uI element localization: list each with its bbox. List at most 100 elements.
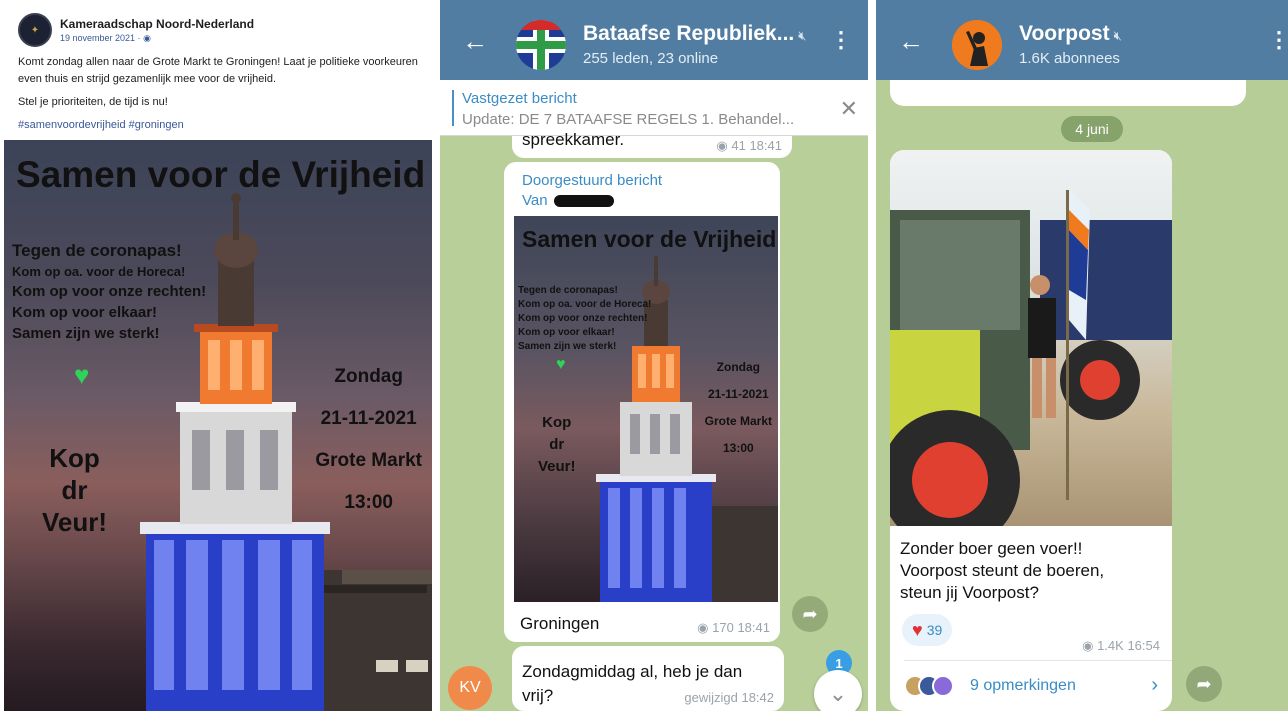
subscriber-count: 1.6K abonnees [1019, 50, 1120, 67]
poster-slogan-word: Veur! [42, 507, 108, 537]
user-avatar[interactable]: KV [448, 666, 492, 710]
event-poster-image[interactable]: Samen voor de Vrijheid Tegen de coronapa… [4, 140, 432, 711]
page-avatar[interactable]: ✦ [18, 13, 52, 47]
post-paragraph: Komt zondag allen naar de Grote Markt te… [18, 56, 418, 85]
channel-avatar[interactable] [952, 20, 1002, 70]
telegram-group-chat: ← Bataafse Republiek... 🔇︎ 255 leden, 23 … [440, 0, 868, 711]
forwarded-message[interactable]: Doorgestuurd bericht Van Samen voor de V… [504, 162, 780, 642]
green-heart-icon: ♥ [556, 356, 566, 373]
poster-date: 21-11-2021 [707, 387, 769, 401]
post-caption: Zonder boer geen voer!! Voorpost steunt … [900, 538, 1104, 604]
comments-link[interactable]: 9 opmerkingen › [904, 660, 1172, 710]
poster-time: 13:00 [344, 492, 393, 513]
heart-icon: ♥ [912, 619, 923, 640]
pinned-title: Vastgezet bericht [462, 90, 577, 107]
commenter-avatar [932, 674, 954, 697]
channel-post[interactable]: Zonder boer geen voer!! Voorpost steunt … [890, 150, 1172, 711]
poster-slogan-word: Kop [49, 443, 100, 473]
poster-slogan-word: Kop [542, 414, 572, 431]
group-avatar[interactable] [516, 20, 566, 70]
facebook-post: ✦ Kameraadschap Noord-Nederland 19 novem… [0, 0, 432, 711]
back-arrow-icon[interactable]: ← [462, 28, 488, 54]
message-time: 18:41 [737, 620, 770, 635]
poster-time: 13:00 [722, 441, 754, 455]
poster-line: Kom op voor elkaar! [518, 327, 615, 338]
caption-line: Voorpost steunt de boeren, [900, 561, 1105, 580]
more-options-icon[interactable]: ⋮ [1268, 29, 1288, 51]
poster-line: Kom op oa. voor de Horeca! [518, 299, 652, 310]
poster-kop-dr-veur: Kop dr Veur! [538, 412, 576, 478]
poster-line: Kom op oa. voor de Horeca! [12, 264, 186, 279]
tractor-photo [890, 190, 1172, 526]
post-header: ✦ Kameraadschap Noord-Nederland 19 novem… [18, 12, 254, 48]
voorpost-logo-icon [952, 20, 1002, 70]
hashtags[interactable]: #samenvoordevrijheid #groningen [18, 117, 418, 134]
more-options-icon[interactable]: ⋮ [830, 29, 852, 51]
poster-place: Grote Markt [315, 450, 422, 471]
previous-post-footer[interactable] [890, 80, 1246, 106]
muted-icon: 🔇︎ [1113, 28, 1122, 43]
poster-slogan-word: dr [549, 436, 565, 453]
poster-event-info: Zondag 21-11-2021 Grote Markt 13:00 [705, 354, 772, 462]
poster-title: Samen voor de Vrijheid [16, 154, 426, 195]
channel-title-text: Voorpost [1019, 22, 1110, 45]
poster-line: Tegen de coronapas! [12, 241, 182, 260]
post-paragraph: Stel je prioriteiten, de tijd is nu! [18, 96, 168, 108]
forwarded-from-label: Van [522, 192, 548, 209]
pinned-preview: Update: DE 7 BATAAFSE REGELS 1. Behandel… [462, 111, 795, 128]
caption-line: steun jij Voorpost? [900, 583, 1039, 602]
poster-line: Tegen de coronapas! [518, 285, 618, 296]
page-name[interactable]: Kameraadschap Noord-Nederland [60, 17, 254, 31]
post-meta: ◉ 1.4K 16:54 [1082, 638, 1160, 654]
groningen-flag-icon [516, 20, 566, 70]
view-count: 41 [731, 138, 746, 153]
poster-line: Samen zijn we sterk! [518, 341, 617, 352]
poster-line: Kom op voor elkaar! [12, 304, 158, 321]
back-arrow-icon[interactable]: ← [898, 28, 924, 54]
post-date-text: 19 november 2021 · [60, 32, 144, 43]
forwarded-poster-image[interactable]: Samen voor de Vrijheid Tegen de coronapa… [514, 216, 778, 602]
poster-event-info: Zondag 21-11-2021 Grote Markt 13:00 [315, 356, 422, 524]
globe-icon: ◉ [143, 32, 151, 43]
heart-reaction[interactable]: ♥ 39 [902, 614, 953, 646]
poster-line: Kom op voor onze rechten! [518, 313, 648, 324]
message-caption: Groningen [520, 614, 600, 633]
post-meta: Kameraadschap Noord-Nederland 19 novembe… [60, 17, 254, 44]
post-text: Komt zondag allen naar de Grote Markt te… [18, 54, 418, 140]
close-icon[interactable]: ✕ [840, 96, 858, 122]
date-separator: 4 juni [1061, 116, 1123, 142]
chat-header: ← Bataafse Republiek... 🔇︎ 255 leden, 23 … [440, 0, 868, 80]
green-heart-icon: ♥ [74, 360, 90, 390]
share-icon[interactable]: ➦ [1186, 666, 1222, 702]
message-meta: ◉ 41 18:41 [716, 138, 782, 154]
message-time: 18:41 [749, 138, 782, 153]
message-text: spreekkamer. [522, 130, 625, 149]
view-count: 170 [712, 620, 734, 635]
poster-slogans: Tegen de coronapas! Kom op oa. voor de H… [12, 240, 206, 344]
view-count: 1.4K [1097, 638, 1124, 653]
poster-line: Kom op voor onze rechten! [12, 283, 207, 300]
group-title[interactable]: Bataafse Republiek... 🔇︎ [583, 22, 806, 46]
post-time: 16:54 [1127, 638, 1160, 653]
pinned-indicator [452, 90, 454, 126]
forwarded-from[interactable]: Van [522, 192, 614, 209]
channel-title[interactable]: Voorpost 🔇︎ [1019, 22, 1122, 46]
poster-date: 21-11-2021 [320, 408, 417, 429]
eye-icon: ◉ [697, 620, 709, 635]
chevron-down-icon[interactable]: ⌄ [814, 670, 862, 711]
poster-line: Samen zijn we sterk! [12, 325, 160, 342]
previous-message[interactable]: spreekkamer. ◉ 41 18:41 [512, 130, 792, 158]
share-icon[interactable]: ➦ [792, 596, 828, 632]
message-line: Zondagmiddag al, heb je dan [522, 662, 743, 681]
chevron-right-icon: › [1151, 674, 1158, 696]
message-meta: ◉ 170 18:41 [697, 620, 770, 636]
telegram-channel: ← Voorpost 🔇︎ 1.6K abonnees ⋮ 4 juni Zon… [876, 0, 1288, 711]
poster-day: Zondag [334, 366, 403, 387]
post-photo[interactable] [890, 150, 1172, 526]
poster-slogan-word: dr [61, 475, 88, 505]
reply-message[interactable]: Zondagmiddag al, heb je dan vrij? gewijz… [512, 646, 784, 711]
post-date[interactable]: 19 november 2021 · ◉ [60, 33, 254, 44]
poster-slogans: Tegen de coronapas! Kom op oa. voor de H… [518, 284, 651, 354]
poster-kop-dr-veur: Kop dr Veur! [42, 442, 107, 538]
pinned-message-bar[interactable]: Vastgezet bericht Update: DE 7 BATAAFSE … [440, 80, 868, 136]
